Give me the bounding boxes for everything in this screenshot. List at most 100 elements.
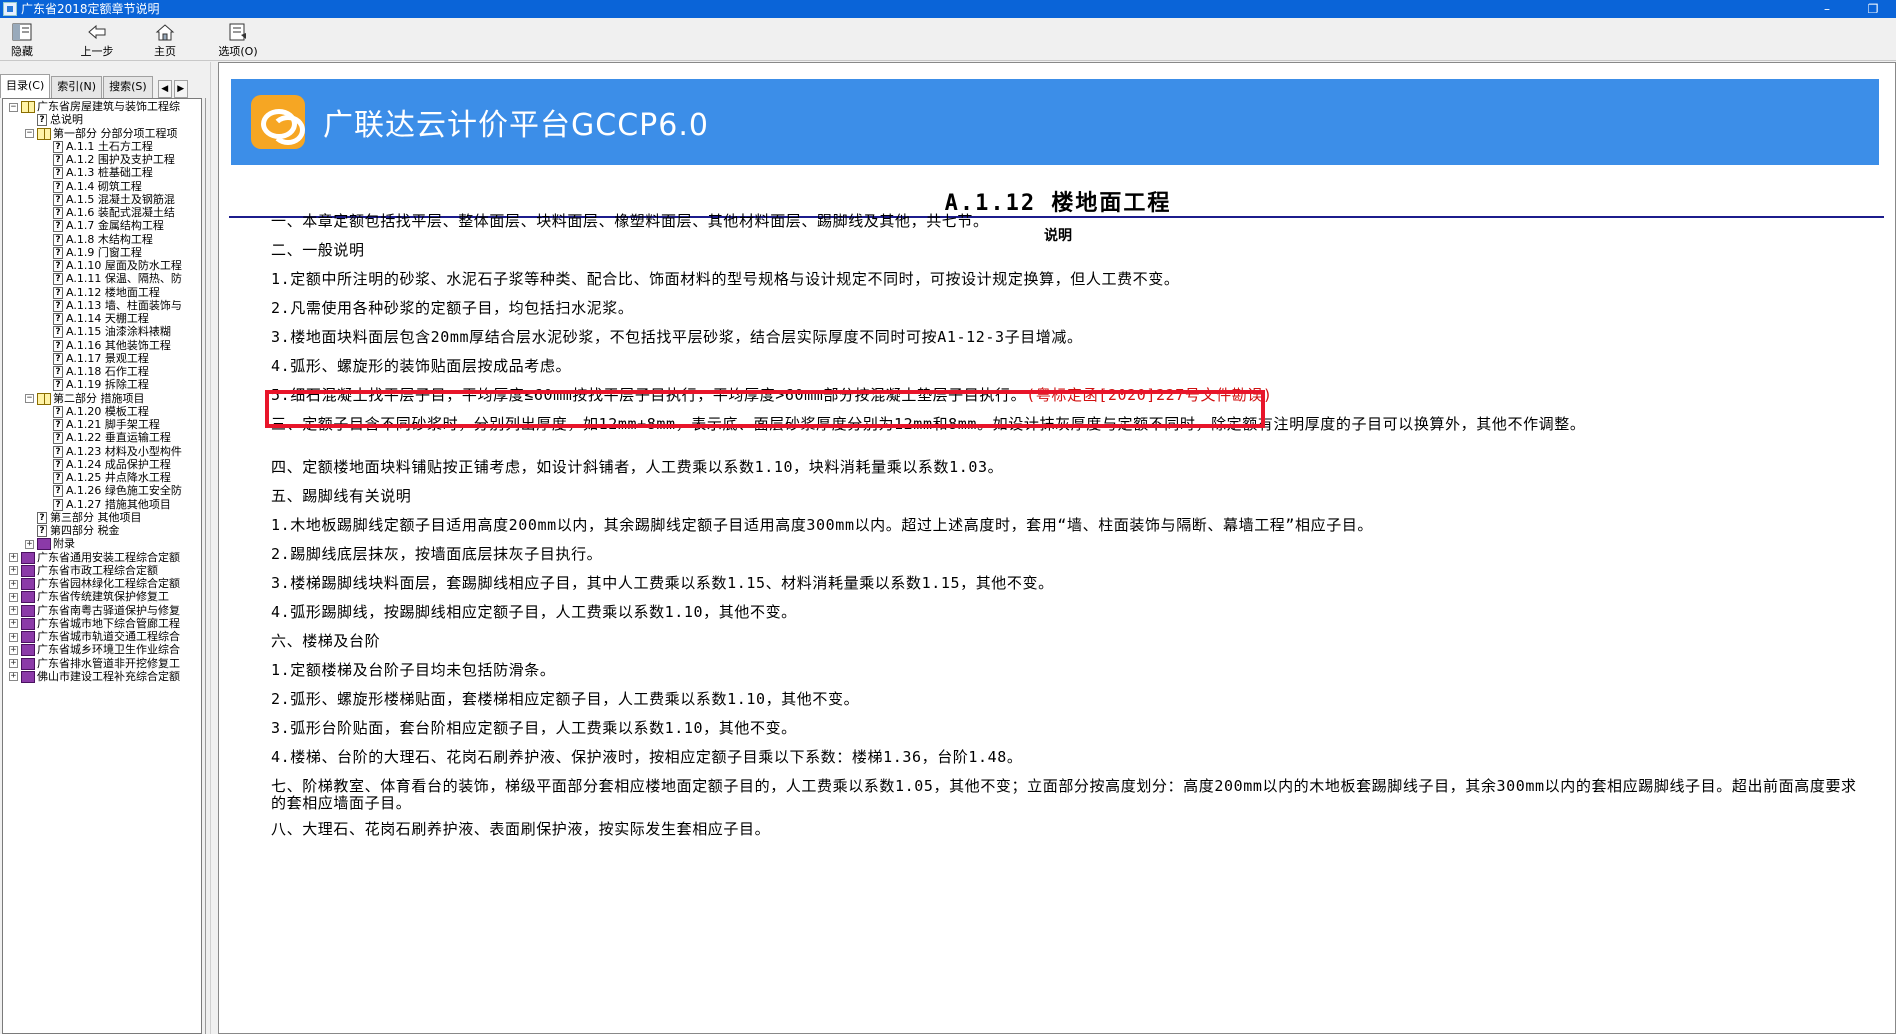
paragraph: 3.弧形台阶贴面，套台阶相应定额子目，人工费乘以系数1.10，其他不变。 [271, 720, 1861, 737]
hide-button[interactable]: 隐藏 [0, 18, 44, 61]
expand-icon[interactable]: + [9, 659, 18, 668]
options-icon [228, 21, 248, 43]
highlighted-paragraph: 3.楼地面块料面层包含20mm厚结合层水泥砂浆，不包括找平层砂浆，结合层实际厚度… [271, 329, 1861, 346]
closed-book-icon [21, 591, 35, 604]
help-topic-icon: ? [53, 405, 63, 418]
paragraph-text: 4.弧形、螺旋形的装饰贴面层按成品考虑。 [271, 357, 572, 375]
pane-border [205, 98, 206, 1034]
closed-book-icon [21, 604, 35, 617]
home-label: 主页 [154, 45, 176, 58]
paragraph: 4.弧形踢脚线，按踢脚线相应定额子目，人工费乘以系数1.10，其他不变。 [271, 604, 1861, 621]
paragraph-text: 1.定额楼梯及台阶子目均未包括防滑条。 [271, 661, 556, 679]
paragraph: 1.木地板踢脚线定额子目适用高度200mm以内，其余踢脚线定额子目适用高度300… [271, 517, 1861, 534]
expand-icon[interactable]: + [9, 566, 18, 576]
expand-icon[interactable]: + [9, 592, 18, 602]
back-button[interactable]: 上一步 [62, 18, 132, 61]
expand-icon[interactable]: + [9, 632, 18, 642]
paragraph-text: 七、阶梯教室、体育看台的装饰，梯级平面部分套相应楼地面定额子目的，人工费乘以系数… [271, 777, 1857, 812]
closed-book-icon [21, 657, 35, 670]
help-topic-icon: ? [53, 339, 63, 352]
help-topic-icon: ? [53, 445, 63, 458]
nav-tabs: 目录(C) 索引(N) 搜索(S) ◀ ▶ [0, 74, 210, 98]
title-bar: 广东省2018定额章节说明 – ❐ [0, 0, 1896, 18]
expand-icon[interactable]: + [9, 672, 18, 682]
product-banner: 广联达云计价平台GCCP6.0 [231, 79, 1879, 165]
minimize-button[interactable]: – [1804, 0, 1850, 18]
help-topic-icon: ? [53, 246, 63, 259]
home-icon [155, 21, 175, 43]
help-topic-icon: ? [53, 379, 63, 392]
paragraph: 1.定额中所注明的砂浆、水泥石子浆等种类、配合比、饰面材料的型号规格与设计规定不… [271, 271, 1861, 288]
paragraph: 2.弧形、螺旋形楼梯贴面，套楼梯相应定额子目，人工费乘以系数1.10，其他不变。 [271, 691, 1861, 708]
help-topic-icon: ? [53, 207, 63, 219]
expand-icon[interactable]: + [9, 553, 18, 562]
toolbar: 隐藏 上一步 主页 选项(O) [0, 18, 1896, 61]
expand-icon[interactable]: + [25, 539, 34, 549]
help-topic-icon: ? [53, 260, 63, 272]
restore-button[interactable]: ❐ [1850, 0, 1896, 18]
tree-item[interactable]: + 佛山市建设工程补充综合定额 [9, 669, 180, 685]
paragraph: 1.定额楼梯及台阶子目均未包括防滑条。 [271, 662, 1861, 679]
tab-search[interactable]: 搜索(S) [103, 76, 153, 98]
paragraph-text: 六、楼梯及台阶 [271, 632, 381, 650]
pane-splitter[interactable] [210, 62, 216, 1034]
contents-tree: − 广东省房屋建筑与装饰工程综? 总说明 − 第一部分 分部分项工程项? A.1.1 土石… [2, 98, 202, 1034]
paragraph: 七、阶梯教室、体育看台的装饰，梯级平面部分套相应楼地面定额子目的，人工费乘以系数… [271, 778, 1861, 812]
help-topic-icon: ? [53, 193, 63, 206]
help-topic-icon: ? [53, 366, 63, 378]
options-button[interactable]: 选项(O) [210, 18, 266, 61]
paragraph-text: 3.楼地面块料面层包含20mm厚结合层水泥砂浆，不包括找平层砂浆，结合层实际厚度… [271, 328, 1083, 346]
paragraph-text: 二、一般说明 [271, 241, 365, 259]
help-topic-icon: ? [37, 511, 47, 524]
expand-icon[interactable]: + [9, 579, 18, 589]
open-book-icon [37, 392, 51, 405]
paragraph-text: 4.楼梯、台阶的大理石、花岗石刷养护液、保护液时，按相应定额子目乘以下系数：楼梯… [271, 748, 1023, 766]
help-topic-icon: ? [53, 472, 63, 484]
paragraph: 五、踢脚线有关说明 [271, 488, 1861, 505]
paragraph: 3.楼梯踢脚线块料面层，套踢脚线相应子目，其中人工费乘以系数1.15、材料消耗量… [271, 575, 1861, 592]
expand-icon[interactable]: + [9, 645, 18, 655]
back-label: 上一步 [80, 45, 114, 58]
paragraph: 八、大理石、花岗石刷养护液、表面刷保护液，按实际发生套相应子目。 [271, 821, 1861, 838]
paragraph-text: 2.踢脚线底层抹灰，按墙面底层抹灰子目执行。 [271, 545, 603, 563]
tab-scroll: ◀ ▶ [156, 80, 188, 98]
help-topic-icon: ? [53, 458, 63, 471]
paragraph: 2.凡需使用各种砂浆的定额子目，均包括扫水泥浆。 [271, 300, 1861, 317]
closed-book-icon [21, 578, 35, 590]
paragraph: 一、本章定额包括找平层、整体面层、块料面层、橡塑料面层、其他材料面层、踢脚线及其… [271, 213, 1861, 230]
paragraph-text: 4.弧形踢脚线，按踢脚线相应定额子目，人工费乘以系数1.10，其他不变。 [271, 603, 797, 621]
expand-icon[interactable]: + [9, 606, 18, 615]
closed-book-icon [37, 538, 51, 551]
hide-icon [12, 21, 32, 43]
collapse-icon[interactable]: − [25, 129, 34, 138]
collapse-icon[interactable]: − [9, 102, 18, 112]
tab-index[interactable]: 索引(N) [51, 76, 103, 98]
glodon-logo-icon [251, 95, 305, 149]
help-topic-icon: ? [37, 525, 47, 537]
hide-label: 隐藏 [11, 45, 33, 58]
paragraph-text: 1.定额中所注明的砂浆、水泥石子浆等种类、配合比、饰面材料的型号规格与设计规定不… [271, 270, 1180, 288]
paragraph-text: 八、大理石、花岗石刷养护液、表面刷保护液，按实际发生套相应子目。 [271, 820, 771, 838]
help-topic-icon: ? [53, 326, 63, 339]
collapse-icon[interactable]: − [25, 394, 34, 403]
tab-scroll-left-icon[interactable]: ◀ [157, 80, 172, 98]
paragraph: 四、定额楼地面块料铺贴按正铺考虑，如设计斜铺者，人工费乘以系数1.10，块料消耗… [271, 459, 1861, 476]
paragraph: 六、楼梯及台阶 [271, 633, 1861, 650]
paragraph: 4.楼梯、台阶的大理石、花岗石刷养护液、保护液时，按相应定额子目乘以下系数：楼梯… [271, 749, 1861, 766]
help-topic-icon: ? [53, 220, 63, 233]
paragraph-text: 一、本章定额包括找平层、整体面层、块料面层、橡塑料面层、其他材料面层、踢脚线及其… [271, 212, 989, 230]
help-topic-icon: ? [53, 299, 63, 312]
paragraph-text: 3.楼梯踢脚线块料面层，套踢脚线相应子目，其中人工费乘以系数1.15、材料消耗量… [271, 574, 1054, 592]
document-view: 广联达云计价平台GCCP6.0 A.1.12 楼地面工程 说明 一、本章定额包括… [218, 62, 1896, 1034]
tab-scroll-right-icon[interactable]: ▶ [173, 80, 188, 98]
open-book-icon [21, 101, 35, 113]
tab-contents[interactable]: 目录(C) [0, 74, 51, 98]
home-button[interactable]: 主页 [142, 18, 188, 61]
expand-icon[interactable]: + [9, 619, 18, 629]
closed-book-icon [21, 631, 35, 643]
options-label: 选项(O) [218, 45, 258, 58]
paragraph-text: 3.弧形台阶贴面，套台阶相应定额子目，人工费乘以系数1.10，其他不变。 [271, 719, 797, 737]
help-topic-icon: ? [53, 273, 63, 286]
help-topic-icon: ? [37, 114, 47, 127]
paragraph-text: 四、定额楼地面块料铺贴按正铺考虑，如设计斜铺者，人工费乘以系数1.10，块料消耗… [271, 458, 1004, 476]
